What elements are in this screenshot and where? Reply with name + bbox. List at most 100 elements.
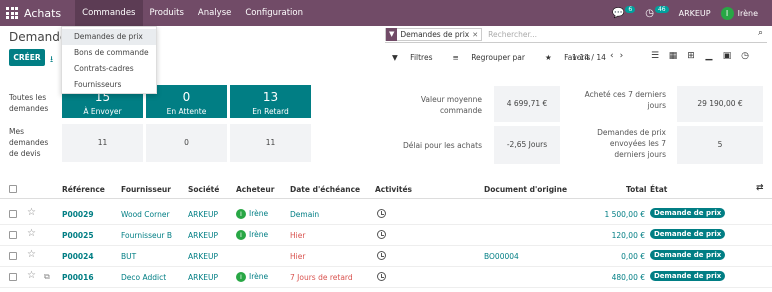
activity-clock-icon[interactable]	[377, 209, 386, 218]
tile-count: 13	[262, 90, 279, 104]
kpi-average-label: Valeur moyenne commande	[420, 95, 482, 115]
pager-next-icon[interactable]: ›	[620, 51, 630, 61]
company-switcher[interactable]: ARKEUP	[679, 9, 711, 18]
remove-facet-icon[interactable]: ✕	[472, 31, 481, 39]
kanban-view-icon[interactable]: ▦	[664, 51, 682, 61]
status-badge: Demande de prix	[650, 229, 726, 239]
row-checkbox[interactable]	[9, 231, 17, 239]
col-activities[interactable]: Activités	[375, 185, 412, 194]
group-by-button[interactable]: ≡ Regrouper par	[453, 53, 535, 62]
calendar-view-icon[interactable]: ▣	[718, 51, 736, 61]
menu-configuration[interactable]: Configuration	[238, 0, 310, 26]
activity-view-icon[interactable]: ◷	[736, 51, 754, 61]
kpi-lead-time-label: Délai pour les achats	[402, 141, 482, 150]
tile-late[interactable]: 13 En Retard	[230, 85, 311, 118]
my-requests-label: Mes demandes de devis	[9, 127, 49, 158]
priority-star-icon[interactable]: ☆	[27, 228, 36, 239]
tile-label: En Retard	[252, 107, 289, 116]
status-badge: Demande de prix	[650, 250, 726, 260]
activity-clock-icon[interactable]	[377, 230, 386, 239]
priority-star-icon[interactable]: ☆	[27, 207, 36, 218]
row-supplier: Deco Addict	[121, 273, 167, 282]
table-row[interactable]: ☆ P00025 Fournisseur B ARKEUP I Irène Hie…	[0, 225, 772, 246]
col-reference[interactable]: Référence	[62, 185, 105, 194]
kpi-purchased-label: Acheté ces 7 derniers jours	[584, 90, 666, 110]
pager-value[interactable]: 1-14 / 14	[572, 53, 606, 62]
graph-view-icon[interactable]: ▁	[700, 51, 718, 61]
search-facet-label: Demandes de prix	[400, 30, 470, 39]
row-checkbox[interactable]	[9, 273, 17, 281]
row-deadline: 7 Jours de retard	[290, 273, 353, 282]
apps-menu-icon[interactable]	[6, 7, 18, 19]
user-avatar[interactable]: I	[720, 6, 734, 20]
list-view-icon[interactable]: ☰	[646, 51, 664, 61]
buyer-name: Irène	[249, 272, 269, 281]
buyer-avatar: I	[236, 209, 246, 219]
app-brand[interactable]: Achats	[24, 7, 61, 20]
row-reference: P00025	[62, 231, 94, 240]
row-origin: BO00004	[484, 252, 519, 261]
priority-star-icon[interactable]: ☆	[27, 249, 36, 260]
dropdown-item-contrats-cadres[interactable]: Contrats-cadres	[62, 61, 156, 77]
row-buyer: I Irène	[236, 272, 268, 282]
search-bar[interactable]: ▼ Demandes de prix ✕ Rechercher... ⌕	[385, 27, 767, 43]
my-to-send-count[interactable]: 11	[62, 124, 143, 162]
col-deadline[interactable]: Date d'échéance	[290, 185, 360, 194]
col-state[interactable]: État	[650, 185, 667, 194]
filters-button[interactable]: ▼ Filtres	[392, 53, 443, 62]
pager-prev-icon[interactable]: ‹	[610, 51, 620, 61]
row-buyer: I Irène	[236, 230, 268, 240]
table-row[interactable]: ☆ ⧉ P00016 Deco Addict ARKEUP I Irène 7 J…	[0, 267, 772, 288]
chat-button[interactable]: 💬 6	[611, 6, 636, 19]
chat-icon: 💬	[611, 7, 625, 19]
row-total: 1 500,00 €	[604, 210, 645, 219]
row-reference: P00024	[62, 252, 94, 261]
pivot-view-icon[interactable]: ⊞	[682, 51, 700, 61]
row-checkbox[interactable]	[9, 252, 17, 260]
activity-clock-icon[interactable]	[377, 251, 386, 260]
row-total: 0,00 €	[621, 252, 645, 261]
dropdown-item-demandes-de-prix[interactable]: Demandes de prix	[62, 29, 156, 45]
kpi-lead-time-value: -2,65 Jours	[494, 126, 560, 164]
table-row[interactable]: ☆ P00029 Wood Corner ARKEUP I Irène Demai…	[0, 204, 772, 225]
priority-star-icon[interactable]: ☆	[27, 270, 36, 281]
col-origin[interactable]: Document d'origine	[484, 185, 567, 194]
col-company[interactable]: Société	[188, 185, 219, 194]
row-deadline: Demain	[290, 210, 320, 219]
table-header: Référence Fournisseur Société Acheteur D…	[0, 180, 772, 199]
kpi-average-value: 4 699,71 €	[494, 86, 560, 122]
star-icon: ★	[544, 53, 552, 62]
row-supplier: BUT	[121, 252, 137, 261]
dropdown-item-bons-de-commande[interactable]: Bons de commande	[62, 45, 156, 61]
col-buyer[interactable]: Acheteur	[236, 185, 274, 194]
activity-clock-icon[interactable]	[377, 272, 386, 281]
tile-waiting[interactable]: 0 En Attente	[146, 85, 227, 118]
select-all-checkbox[interactable]	[9, 185, 17, 193]
menu-produits[interactable]: Produits	[143, 0, 191, 26]
commandes-dropdown: Demandes de prix Bons de commande Contra…	[61, 26, 157, 94]
row-company: ARKEUP	[188, 210, 219, 219]
kpi-rfq-sent-label: Demandes de prix envoyées les 7 derniers…	[597, 128, 666, 159]
column-settings-icon[interactable]: ⇄	[756, 183, 764, 193]
my-waiting-count[interactable]: 0	[146, 124, 227, 162]
col-supplier[interactable]: Fournisseur	[121, 185, 171, 194]
download-icon[interactable]: ⭳	[50, 52, 53, 68]
row-deadline: Hier	[290, 252, 306, 261]
user-menu[interactable]: Irène	[738, 9, 758, 18]
dropdown-item-fournisseurs[interactable]: Fournisseurs	[62, 77, 156, 93]
menu-commandes[interactable]: Commandes	[75, 0, 143, 26]
search-icon[interactable]: ⌕	[758, 28, 763, 38]
all-requests-label: Toutes les demandes	[9, 93, 49, 113]
table-row[interactable]: ☆ P00024 BUT ARKEUP Hier BO00004 0,00 € …	[0, 246, 772, 267]
col-total[interactable]: Total	[626, 185, 647, 194]
view-switcher: ☰ ▦ ⊞ ▁ ▣ ◷	[646, 51, 754, 61]
search-input[interactable]: Rechercher...	[488, 30, 537, 39]
menu-analyse[interactable]: Analyse	[191, 0, 238, 26]
create-button[interactable]: CRÉER	[9, 49, 45, 66]
row-checkbox[interactable]	[9, 210, 17, 218]
my-late-count[interactable]: 11	[230, 124, 311, 162]
activity-button[interactable]: ◷ 46	[645, 6, 669, 19]
search-facet: ▼ Demandes de prix ✕	[385, 28, 483, 41]
top-navbar: Achats Commandes Produits Analyse Config…	[0, 0, 772, 26]
attachment-icon: ⧉	[44, 272, 50, 281]
